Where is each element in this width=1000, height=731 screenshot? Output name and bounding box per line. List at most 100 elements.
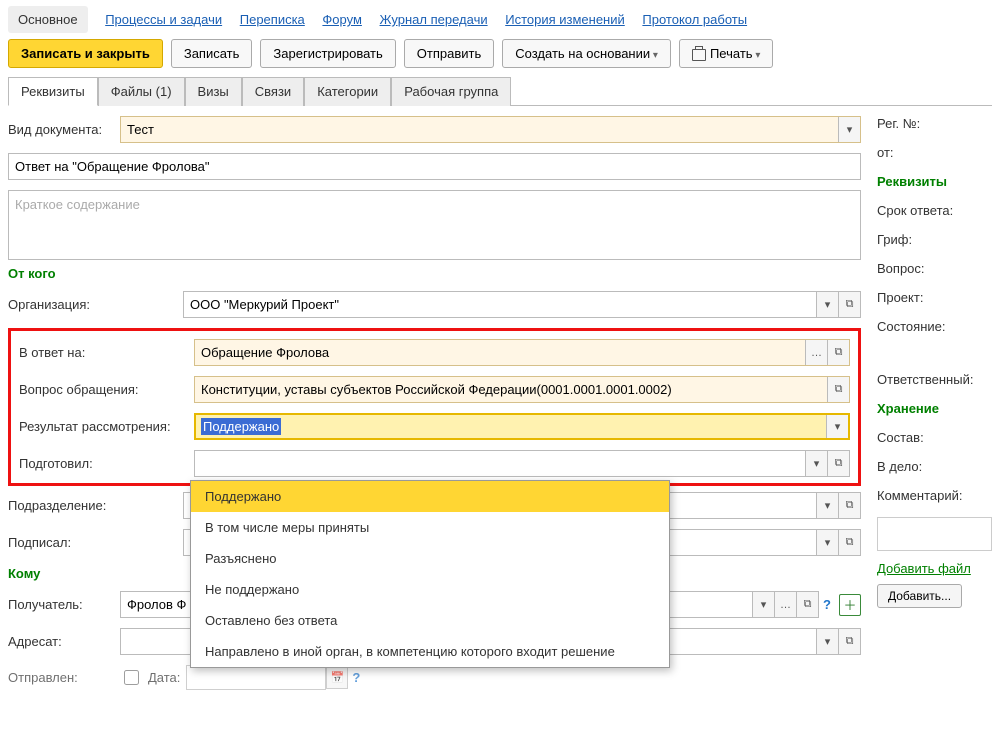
recipient-label: Получатель: [8,597,108,612]
dd-item-explained[interactable]: Разъяснено [191,543,669,574]
recipient-dropdown-icon[interactable]: ▾ [752,592,774,617]
subject-input[interactable] [9,154,860,179]
result-dropdown-icon[interactable]: ▾ [826,415,848,438]
prepared-field[interactable]: ▾ ⧉ [194,450,850,477]
issue-input[interactable] [195,377,827,402]
send-button[interactable]: Отправить [404,39,494,68]
issue-open-icon[interactable]: ⧉ [827,377,849,402]
nav-tab-correspondence[interactable]: Переписка [240,12,305,27]
tab-visas[interactable]: Визы [185,77,242,106]
side-content: Состав: [877,430,992,445]
side-question: Вопрос: [877,261,992,276]
issue-label: Вопрос обращения: [19,382,194,397]
nav-tab-protocol[interactable]: Протокол работы [642,12,747,27]
dd-item-supported[interactable]: Поддержано [191,481,669,512]
side-add-file-link[interactable]: Добавить файл [877,561,992,576]
side-reqs-head: Реквизиты [877,174,992,189]
top-nav: Основное Процессы и задачи Переписка Фор… [8,8,992,39]
signed-open-icon[interactable]: ⧉ [838,530,860,555]
org-field[interactable]: ▾ ⧉ [183,291,861,318]
issue-field[interactable]: ⧉ [194,376,850,403]
reply-to-label: В ответ на: [19,345,194,360]
side-responsible: Ответственный: [877,372,992,387]
org-dropdown-icon[interactable]: ▾ [816,292,838,317]
nav-tab-transfer-log[interactable]: Журнал передачи [380,12,488,27]
signed-label: Подписал: [8,535,183,550]
create-based-button[interactable]: Создать на основании [502,39,671,68]
calendar-icon[interactable]: 📅 [326,667,348,689]
org-label: Организация: [8,297,183,312]
save-close-button[interactable]: Записать и закрыть [8,39,163,68]
org-open-icon[interactable]: ⧉ [838,292,860,317]
summary-textarea[interactable]: Краткое содержание [8,190,861,260]
tab-requisites[interactable]: Реквизиты [8,77,98,106]
reply-to-browse-icon[interactable]: … [805,340,827,365]
side-project: Проект: [877,290,992,305]
dept-label: Подразделение: [8,498,183,513]
highlight-box: В ответ на: … ⧉ Вопрос обращения: ⧉ Резу… [8,328,861,486]
addressee-label: Адресат: [8,634,108,649]
doc-kind-input[interactable] [121,117,838,142]
register-button[interactable]: Зарегистрировать [260,39,395,68]
addressee-dropdown-icon[interactable]: ▾ [816,629,838,654]
reply-to-field[interactable]: … ⧉ [194,339,850,366]
side-add-button[interactable]: Добавить... [877,584,962,608]
doc-kind-label: Вид документа: [8,122,108,137]
side-reply-due: Срок ответа: [877,203,992,218]
recipient-browse-icon[interactable]: … [774,592,796,617]
print-label: Печать [710,46,753,61]
prepared-input[interactable] [195,451,805,476]
result-label: Результат рассмотрения: [19,419,194,434]
print-button[interactable]: Печать [679,39,773,68]
side-to-case: В дело: [877,459,992,474]
nav-tab-forum[interactable]: Форум [322,12,362,27]
result-value: Поддержано [201,418,281,435]
dd-item-forwarded[interactable]: Направлено в иной орган, в компетенцию к… [191,636,669,667]
recipient-add-button[interactable]: ＋ [839,594,861,616]
doc-kind-field[interactable]: ▾ [120,116,861,143]
side-storage-head: Хранение [877,401,992,416]
nav-tab-processes[interactable]: Процессы и задачи [105,12,222,27]
prepared-dropdown-icon[interactable]: ▾ [805,451,827,476]
date-label: Дата: [148,670,180,685]
result-field[interactable]: Поддержано ▾ [194,413,850,440]
addressee-open-icon[interactable]: ⧉ [838,629,860,654]
signed-dropdown-icon[interactable]: ▾ [816,530,838,555]
nav-tab-main[interactable]: Основное [8,6,88,33]
prepared-open-icon[interactable]: ⧉ [827,451,849,476]
dept-dropdown-icon[interactable]: ▾ [816,493,838,518]
recipient-open-icon[interactable]: ⧉ [796,592,818,617]
print-icon [692,49,706,61]
reply-to-input[interactable] [195,340,805,365]
reply-to-open-icon[interactable]: ⧉ [827,340,849,365]
side-comment: Комментарий: [877,488,992,503]
sent-label: Отправлен: [8,670,108,685]
dd-item-measures[interactable]: В том числе меры приняты [191,512,669,543]
org-input[interactable] [184,292,816,317]
tab-workgroup[interactable]: Рабочая группа [391,77,511,106]
date-input[interactable] [186,665,326,690]
side-reg-no: Рег. №: [877,116,992,131]
toolbar: Записать и закрыть Записать Зарегистриро… [8,39,992,68]
date-help-icon[interactable]: ? [352,670,360,685]
save-button[interactable]: Записать [171,39,253,68]
dd-item-no-answer[interactable]: Оставлено без ответа [191,605,669,636]
side-from: от: [877,145,992,160]
form-tabs: Реквизиты Файлы (1) Визы Связи Категории… [8,76,992,106]
summary-placeholder: Краткое содержание [15,197,140,212]
sent-checkbox[interactable] [124,670,139,685]
tab-links[interactable]: Связи [242,77,304,106]
nav-tab-history[interactable]: История изменений [505,12,625,27]
comment-box[interactable] [877,517,992,551]
side-state: Состояние: [877,319,992,334]
tab-categories[interactable]: Категории [304,77,391,106]
dd-item-not-supported[interactable]: Не поддержано [191,574,669,605]
side-grif: Гриф: [877,232,992,247]
tab-files[interactable]: Файлы (1) [98,77,185,106]
result-dropdown: Поддержано В том числе меры приняты Разъ… [190,480,670,668]
from-section-head: От кого [8,266,861,281]
side-panel: Рег. №: от: Реквизиты Срок ответа: Гриф:… [877,116,992,700]
doc-kind-dropdown-icon[interactable]: ▾ [838,117,860,142]
recipient-help-icon[interactable]: ? [823,597,831,612]
dept-open-icon[interactable]: ⧉ [838,493,860,518]
